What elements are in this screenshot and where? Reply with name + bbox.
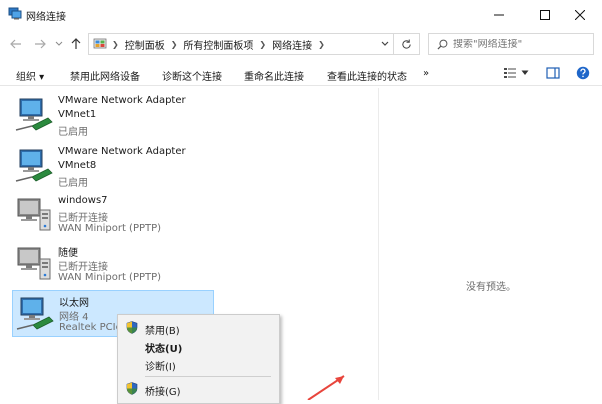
breadcrumb-chevron-icon[interactable]: ❯ [168, 40, 181, 49]
uac-shield-icon [126, 321, 138, 334]
context-menu-label: 状态(U) [145, 344, 183, 355]
connection-status: 已启用 [58, 178, 88, 189]
close-icon [574, 10, 585, 20]
list-item[interactable]: VMware Network Adapter VMnet1 已启用 [12, 92, 214, 139]
connection-state: 已断开连接 [58, 262, 108, 273]
preview-pane-text: 没有预选。 [466, 282, 516, 293]
breadcrumb-control-panel[interactable]: 控制面板 [122, 37, 168, 52]
refresh-icon [402, 38, 411, 49]
search-input[interactable] [453, 38, 583, 50]
forward-button[interactable] [32, 36, 48, 52]
connection-name: VMware Network Adapter [58, 146, 186, 157]
list-item[interactable]: windows7 已断开连接 WAN Miniport (PPTP) [12, 192, 214, 239]
rename-connection-command[interactable]: 重命名此连接 [244, 68, 304, 83]
context-menu: 禁用(B) 状态(U) 诊断(I) 桥接(G) [117, 314, 280, 404]
context-menu-status[interactable]: 状态(U) [118, 337, 279, 355]
address-dropdown-icon[interactable] [380, 39, 390, 49]
list-item[interactable]: 随便 已断开连接 WAN Miniport (PPTP) [12, 241, 214, 288]
title-bar: 网络连接 [0, 0, 602, 30]
breadcrumb-network-connections[interactable]: 网络连接 [269, 37, 315, 52]
connection-device: VMnet1 [58, 109, 97, 120]
close-button[interactable] [557, 0, 602, 30]
address-bar[interactable]: ❯ 控制面板 ❯ 所有控制面板项 ❯ 网络连接 ❯ [88, 33, 394, 55]
connection-state: 已断开连接 [58, 213, 108, 224]
context-menu-label: 桥接(G) [145, 387, 181, 398]
breadcrumb-chevron-icon[interactable]: ❯ [109, 40, 122, 49]
organize-menu[interactable]: 组织 ▾ [16, 68, 44, 83]
navigation-bar: ❯ 控制面板 ❯ 所有控制面板项 ❯ 网络连接 ❯ [0, 30, 602, 58]
breadcrumb-chevron-icon[interactable]: ❯ [256, 40, 269, 49]
context-menu-label: 禁用(B) [145, 326, 180, 337]
connection-status: 已启用 [58, 127, 88, 138]
connection-device: WAN Miniport (PPTP) [58, 223, 162, 234]
network-connections-icon [8, 7, 22, 20]
uac-shield-icon [126, 382, 138, 395]
vpn-connection-icon [17, 247, 51, 280]
back-button[interactable] [8, 36, 24, 52]
network-adapter-icon [15, 149, 53, 182]
breadcrumb-all-control-panel-items[interactable]: 所有控制面板项 [180, 37, 256, 52]
network-adapter-icon [15, 98, 53, 131]
connection-name: VMware Network Adapter [58, 95, 186, 106]
view-options-chevron-icon[interactable] [521, 70, 529, 76]
search-box[interactable] [428, 33, 594, 55]
control-panel-icon [93, 38, 107, 49]
connection-name: 以太网 [59, 298, 89, 309]
preview-pane-icon[interactable] [546, 66, 560, 80]
arrow-right-icon [35, 39, 46, 49]
disable-device-command[interactable]: 禁用此网络设备 [70, 68, 140, 83]
vpn-connection-icon [17, 198, 51, 231]
context-menu-bridge[interactable]: 桥接(G) [118, 380, 279, 398]
help-icon[interactable] [576, 66, 590, 80]
context-menu-disable[interactable]: 禁用(B) [118, 319, 279, 337]
connection-network: 网络 4 [59, 312, 89, 323]
annotation-arrow-icon [307, 375, 345, 400]
refresh-button[interactable] [394, 33, 420, 55]
window-title: 网络连接 [26, 12, 66, 23]
diagnose-connection-command[interactable]: 诊断这个连接 [162, 68, 222, 83]
chevron-down-icon [55, 41, 63, 46]
breadcrumb-chevron-icon[interactable]: ❯ [315, 40, 328, 49]
connection-device: VMnet8 [58, 160, 97, 171]
command-bar: 组织 ▾ 禁用此网络设备 诊断这个连接 重命名此连接 查看此连接的状态 » [0, 62, 602, 86]
arrow-left-icon [10, 39, 21, 49]
view-status-command[interactable]: 查看此连接的状态 [327, 68, 407, 83]
minimize-button[interactable] [476, 0, 521, 30]
context-menu-label: 诊断(I) [145, 362, 176, 373]
context-menu-diagnose[interactable]: 诊断(I) [118, 355, 279, 373]
change-view-icon[interactable] [503, 66, 517, 80]
pane-divider[interactable] [378, 88, 379, 400]
connection-name: windows7 [58, 195, 108, 206]
list-item[interactable]: VMware Network Adapter VMnet8 已启用 [12, 143, 214, 190]
arrow-up-icon [71, 38, 81, 49]
network-adapter-icon [16, 297, 54, 330]
connection-device: Realtek PCIe [59, 322, 122, 333]
search-icon [437, 39, 448, 50]
recent-locations-button[interactable] [51, 36, 67, 52]
minimize-icon [493, 14, 504, 16]
connection-name: 随便 [58, 248, 78, 259]
connection-device: WAN Miniport (PPTP) [58, 272, 162, 283]
maximize-icon [539, 10, 550, 20]
context-menu-separator [145, 376, 271, 377]
more-commands-button[interactable]: » [423, 68, 429, 79]
up-button[interactable] [68, 36, 84, 52]
